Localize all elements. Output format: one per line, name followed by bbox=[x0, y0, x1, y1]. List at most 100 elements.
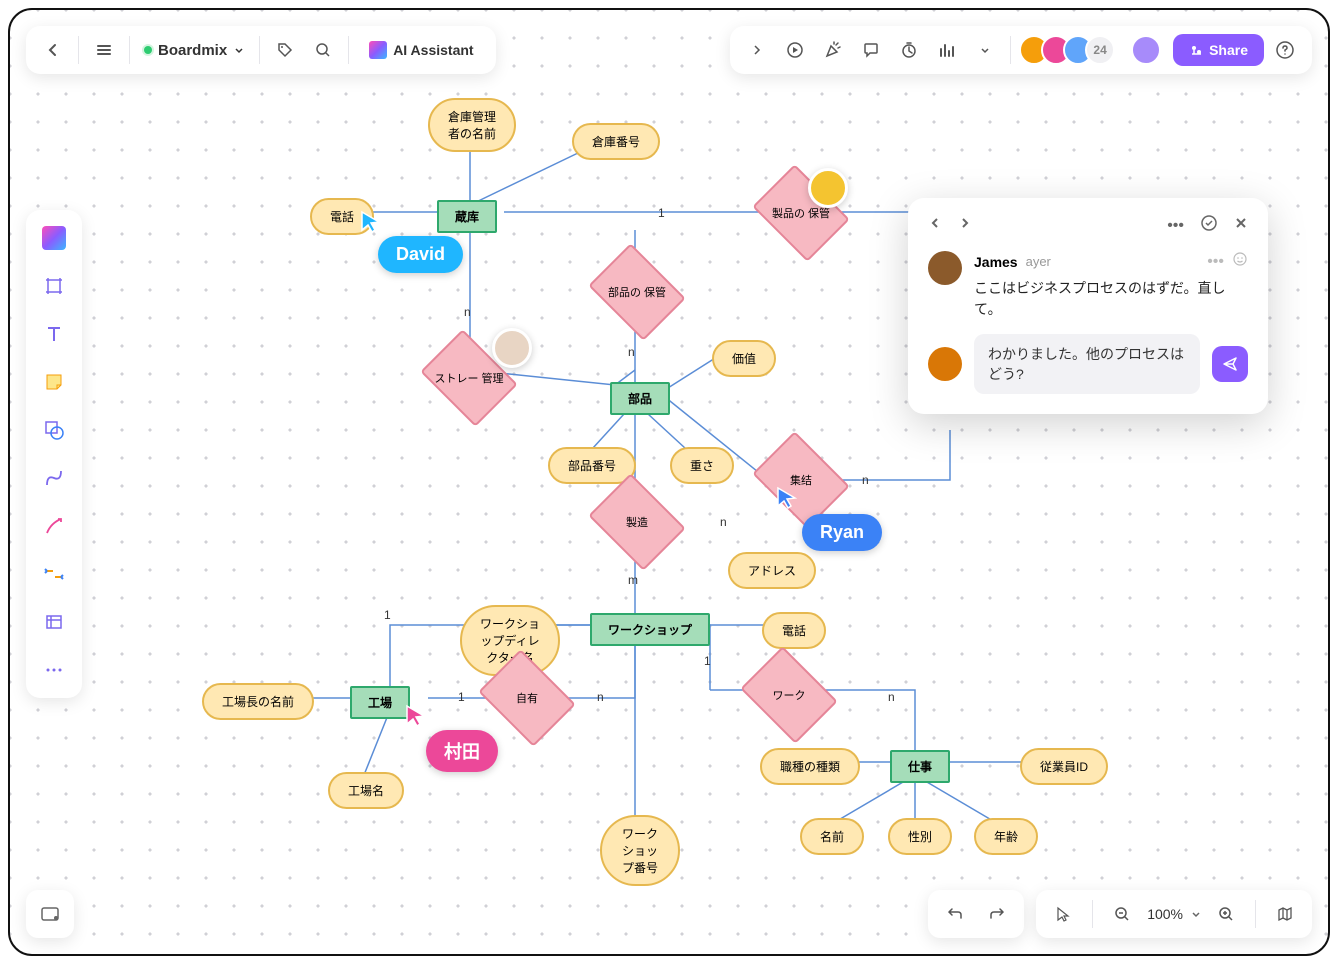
more-button[interactable] bbox=[968, 33, 1002, 67]
tool-sidebar bbox=[26, 210, 82, 698]
oval-job-type[interactable]: 職種の種類 bbox=[760, 748, 860, 785]
reply-input[interactable]: わかりました。他のプロセスはどう? bbox=[974, 334, 1200, 394]
line-tool[interactable] bbox=[34, 458, 74, 498]
text-tool[interactable] bbox=[34, 314, 74, 354]
oval-factory-name[interactable]: 工場名 bbox=[328, 772, 404, 809]
diamond-work[interactable]: ワーク bbox=[750, 665, 828, 725]
diamond-parts-storage[interactable]: 部品の 保管 bbox=[598, 262, 676, 322]
back-button[interactable] bbox=[36, 33, 70, 67]
map-button[interactable] bbox=[1268, 897, 1302, 931]
chart-button[interactable] bbox=[930, 33, 964, 67]
comment-button[interactable] bbox=[854, 33, 888, 67]
share-button[interactable]: Share bbox=[1173, 34, 1264, 66]
rect-factory[interactable]: 工場 bbox=[350, 686, 410, 719]
comment-next[interactable] bbox=[958, 216, 972, 235]
diamond-manufacture[interactable]: 製造 bbox=[598, 492, 676, 552]
comment-resolve[interactable] bbox=[1200, 214, 1218, 237]
edge-label: n bbox=[464, 305, 471, 319]
comment-panel: ••• James ayer ••• ここはビジネスプロセスのはずだ。直して。 … bbox=[908, 198, 1268, 414]
search-button[interactable] bbox=[306, 33, 340, 67]
rect-job[interactable]: 仕事 bbox=[890, 750, 950, 783]
edge-label: n bbox=[597, 690, 604, 704]
ai-assistant-button[interactable]: AI Assistant bbox=[357, 35, 485, 65]
edge-label: n bbox=[888, 690, 895, 704]
cursor-ryan-pointer bbox=[776, 486, 798, 510]
tag-button[interactable] bbox=[268, 33, 302, 67]
oval-part-no[interactable]: 部品番号 bbox=[548, 447, 636, 484]
canvas[interactable]: 1 1 n n m n n n m 1 1 n 1 n 倉庫管理者の名前 倉庫番… bbox=[10, 10, 1328, 954]
oval-warehouse-mgr-name[interactable]: 倉庫管理者の名前 bbox=[428, 98, 516, 152]
pointer-mode[interactable] bbox=[1046, 897, 1080, 931]
chevron-down-icon bbox=[1191, 909, 1201, 919]
zoom-out[interactable] bbox=[1105, 897, 1139, 931]
zoom-group: 100% bbox=[1036, 890, 1312, 938]
undo-button[interactable] bbox=[938, 897, 972, 931]
diamond-aggregate[interactable]: 集结 bbox=[762, 450, 840, 510]
topbar-left: Boardmix AI Assistant bbox=[26, 26, 496, 74]
oval-age[interactable]: 年齢 bbox=[974, 818, 1038, 855]
edge-label: 1 bbox=[704, 654, 711, 668]
edge-label: n bbox=[862, 473, 869, 487]
logo-tool[interactable] bbox=[34, 218, 74, 258]
edge-label: 1 bbox=[384, 608, 391, 622]
oval-address[interactable]: アドレス bbox=[728, 552, 816, 589]
table-tool[interactable] bbox=[34, 602, 74, 642]
zoom-value[interactable]: 100% bbox=[1147, 906, 1183, 922]
rect-workshop[interactable]: ワークショップ bbox=[590, 613, 710, 646]
oval-weight[interactable]: 重さ bbox=[670, 447, 734, 484]
edge-label: 1 bbox=[458, 690, 465, 704]
edge-label: n bbox=[628, 345, 635, 359]
more-tools[interactable] bbox=[34, 650, 74, 690]
rect-warehouse[interactable]: 蔵库 bbox=[437, 200, 497, 233]
help-button[interactable] bbox=[1268, 33, 1302, 67]
oval-employee-id[interactable]: 従業員ID bbox=[1020, 748, 1108, 785]
ai-logo-icon bbox=[369, 41, 387, 59]
cursor-david: David bbox=[378, 236, 463, 273]
zoom-in[interactable] bbox=[1209, 897, 1243, 931]
minimap-button[interactable] bbox=[26, 890, 74, 938]
oval-warehouse-no[interactable]: 倉庫番号 bbox=[572, 123, 660, 160]
oval-value[interactable]: 価值 bbox=[712, 340, 776, 377]
share-icon bbox=[1189, 43, 1203, 57]
redo-button[interactable] bbox=[980, 897, 1014, 931]
undo-redo-group bbox=[928, 890, 1024, 938]
expand-button[interactable] bbox=[740, 33, 774, 67]
oval-workshop-no[interactable]: ワークショップ番号 bbox=[600, 815, 680, 886]
celebrate-button[interactable] bbox=[816, 33, 850, 67]
comment-item-more[interactable]: ••• bbox=[1207, 253, 1224, 271]
comment-time: ayer bbox=[1026, 254, 1051, 269]
comment-prev[interactable] bbox=[928, 216, 942, 235]
edge-label: m bbox=[628, 573, 638, 587]
oval-gender[interactable]: 性別 bbox=[888, 818, 952, 855]
oval-factory-mgr-name[interactable]: 工場長の名前 bbox=[202, 683, 314, 720]
menu-button[interactable] bbox=[87, 33, 121, 67]
collaborator-avatars[interactable]: 24 bbox=[1019, 35, 1115, 65]
comment-more[interactable]: ••• bbox=[1167, 217, 1184, 235]
sticky-tool[interactable] bbox=[34, 362, 74, 402]
emoji-react[interactable] bbox=[1232, 251, 1248, 272]
timer-button[interactable] bbox=[892, 33, 926, 67]
oval-phone2[interactable]: 電話 bbox=[762, 612, 826, 649]
cursor-murata-pointer bbox=[405, 704, 427, 728]
frame-tool[interactable] bbox=[34, 266, 74, 306]
send-button[interactable] bbox=[1212, 346, 1248, 382]
topbar-right: 24 Share bbox=[730, 26, 1312, 74]
shape-tool[interactable] bbox=[34, 410, 74, 450]
current-user-avatar[interactable] bbox=[1131, 35, 1161, 65]
play-button[interactable] bbox=[778, 33, 812, 67]
comment-author: James bbox=[974, 254, 1018, 270]
rect-parts[interactable]: 部品 bbox=[610, 382, 670, 415]
diamond-own[interactable]: 自有 bbox=[488, 668, 566, 728]
reply-avatar bbox=[928, 347, 962, 381]
cursor-ryan: Ryan bbox=[802, 514, 882, 551]
canvas-avatar-2 bbox=[492, 328, 532, 368]
comment-thread-item: James ayer ••• ここはビジネスプロセスのはずだ。直して。 bbox=[928, 251, 1248, 320]
comment-close[interactable] bbox=[1234, 216, 1248, 235]
comment-text: ここはビジネスプロセスのはずだ。直して。 bbox=[974, 278, 1248, 320]
pen-tool[interactable] bbox=[34, 506, 74, 546]
board-title[interactable]: Boardmix bbox=[138, 42, 251, 59]
oval-name[interactable]: 名前 bbox=[800, 818, 864, 855]
canvas-avatar-1 bbox=[808, 168, 848, 208]
connector-tool[interactable] bbox=[34, 554, 74, 594]
send-icon bbox=[1221, 355, 1239, 373]
